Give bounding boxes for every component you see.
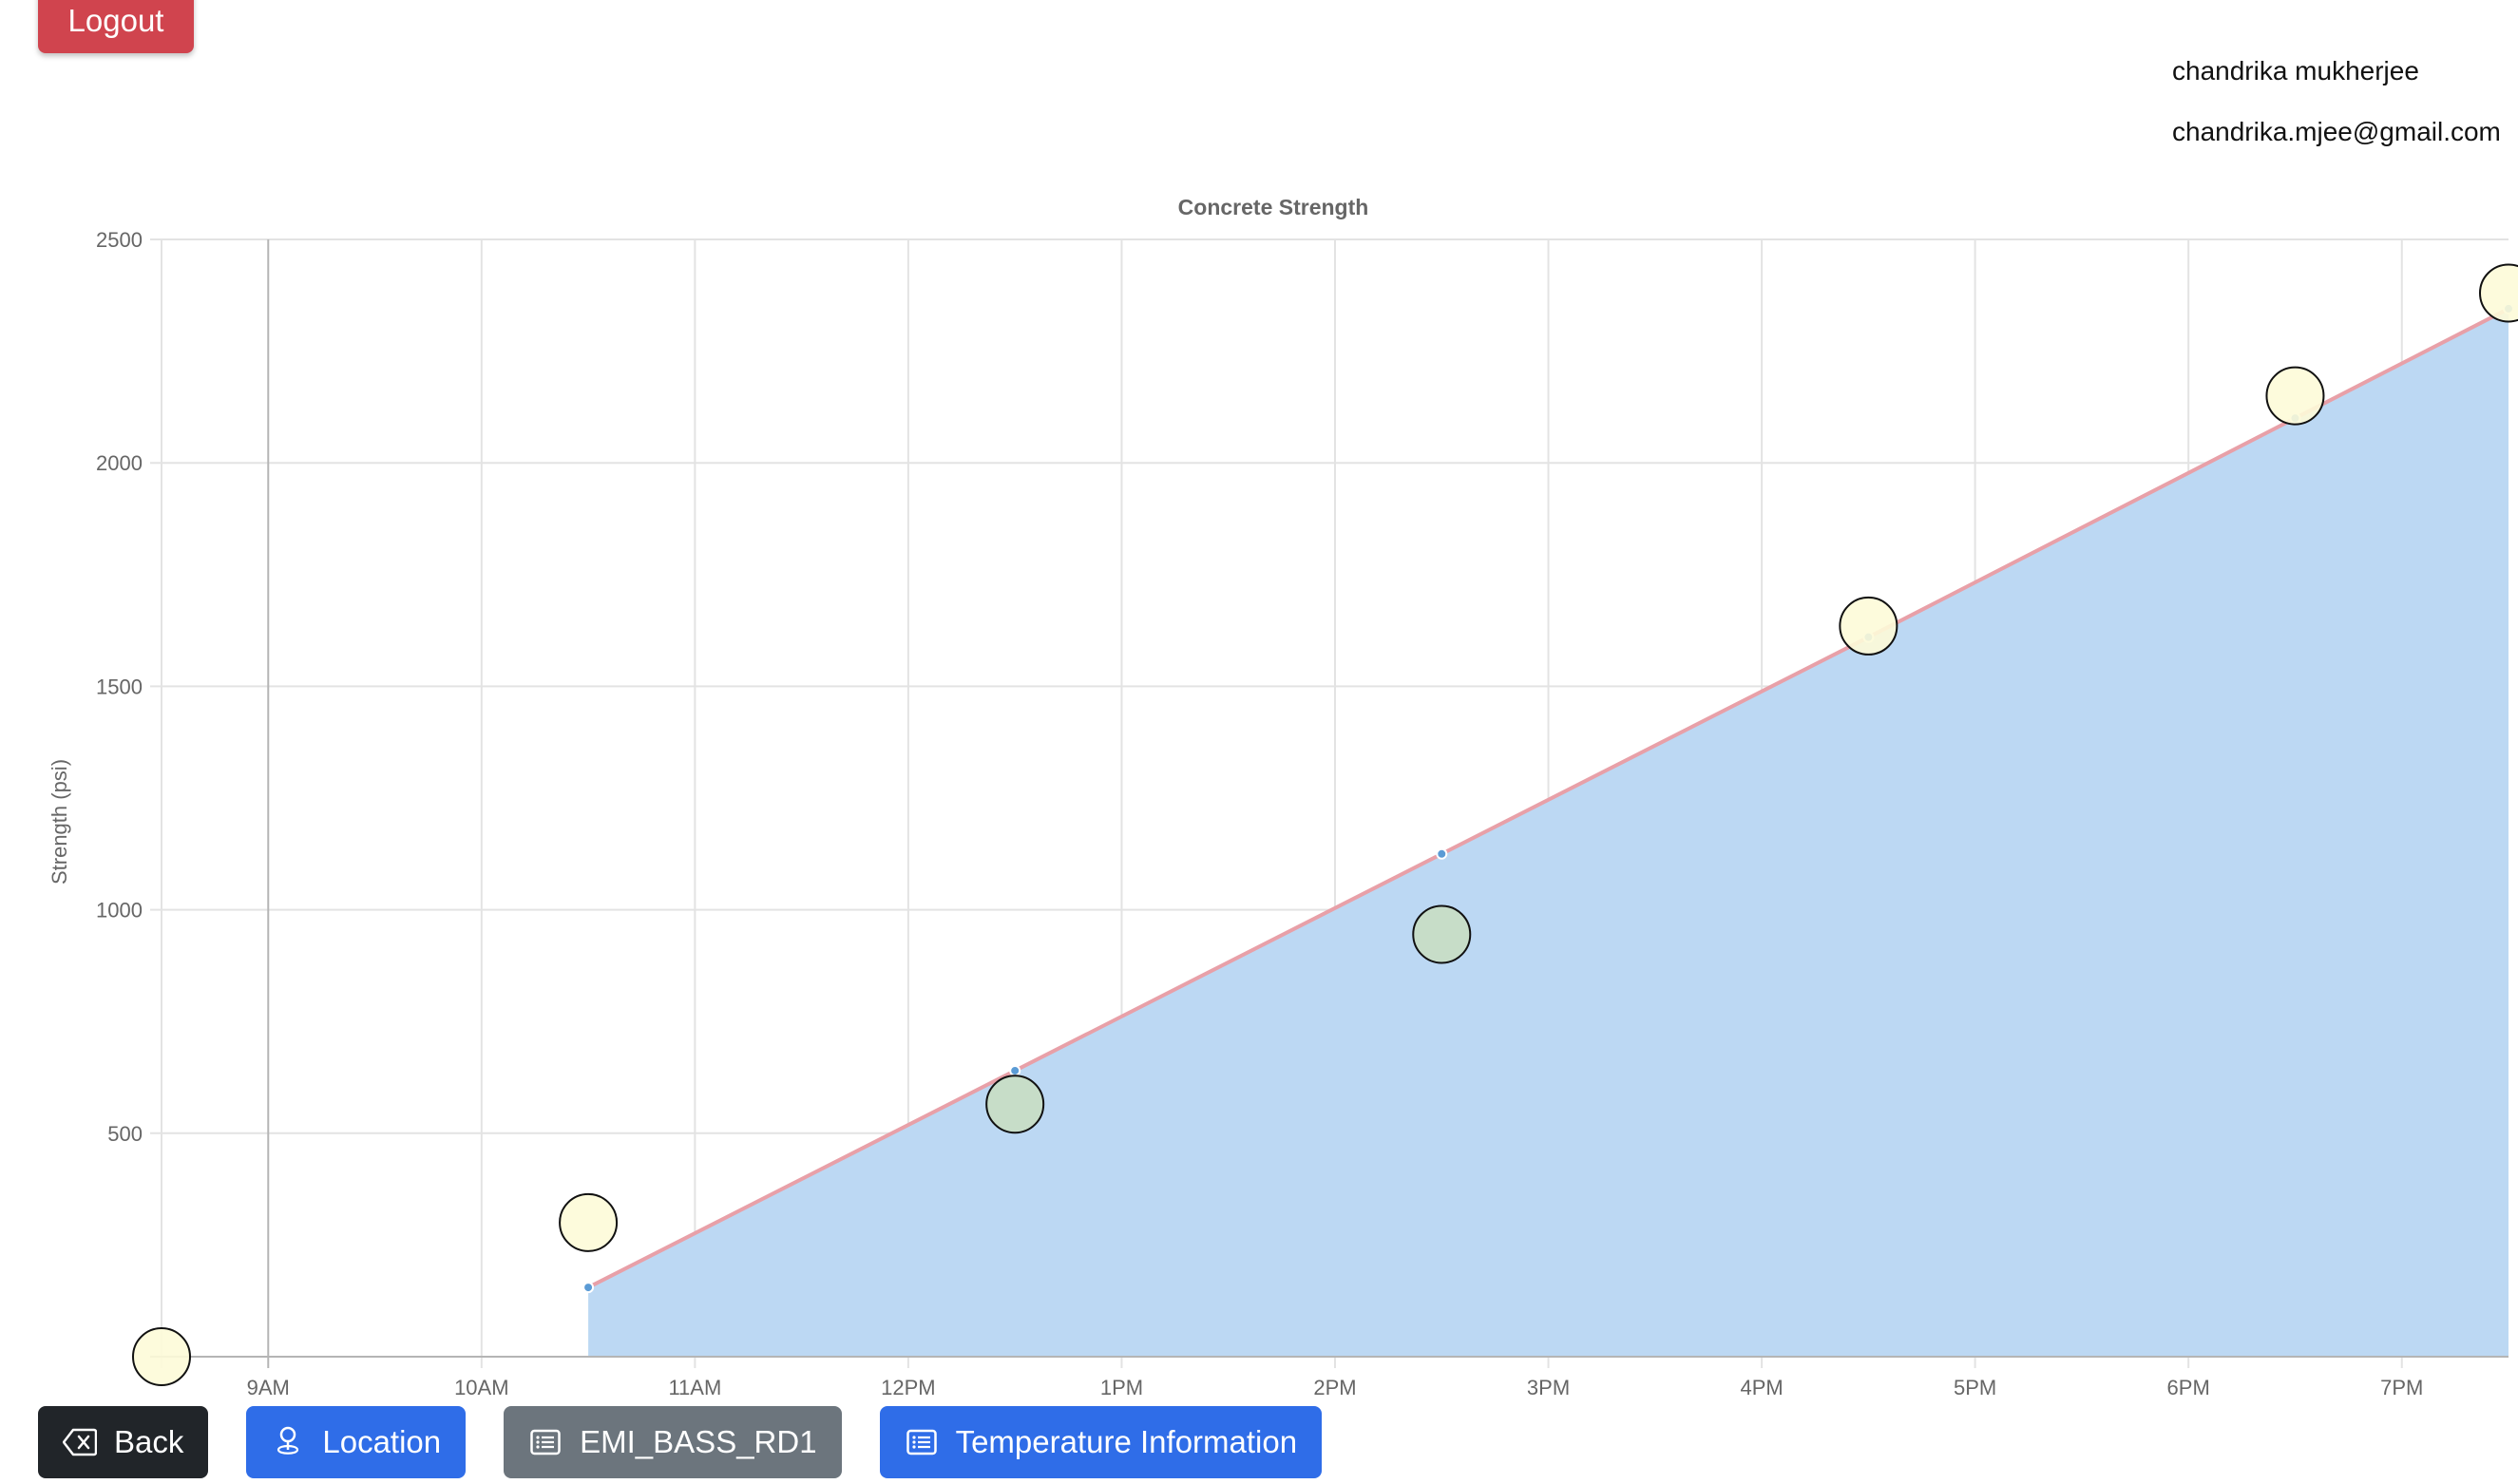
location-label: Location (322, 1424, 442, 1459)
bubble-point (2479, 263, 2518, 323)
location-button[interactable]: Location (246, 1406, 467, 1478)
chart-title: Concrete Strength (1178, 195, 1369, 219)
bubble-point (985, 1075, 1045, 1134)
x-tick-label: 3PM (1527, 1376, 1570, 1397)
temperature-information-label: Temperature Information (955, 1424, 1298, 1459)
back-button[interactable]: Back (38, 1406, 209, 1478)
back-label: Back (114, 1424, 184, 1459)
chart-svg: Concrete Strength Strength (psi) 500 1000 15… (48, 195, 2518, 1397)
sensor-button[interactable]: EMI_BASS_RD1 (504, 1406, 842, 1478)
user-name: chandrika mukherjee (2172, 56, 2419, 86)
bubble-point (559, 1192, 619, 1252)
x-tick-label: 9AM (247, 1376, 290, 1397)
bubble-point (1839, 596, 1898, 656)
bubble-point (132, 1327, 191, 1386)
line-point (582, 1282, 595, 1294)
x-tick-label: 7PM (2380, 1376, 2423, 1397)
user-email: chandrika.mjee@gmail.com (2172, 117, 2501, 146)
y-tick-label: 1000 (96, 899, 143, 923)
y-tick-label: 1500 (96, 675, 143, 698)
bubble-point (1412, 904, 1472, 964)
y-tick-label: 2000 (96, 451, 143, 475)
x-tick-label: 10AM (454, 1376, 508, 1397)
logout-button[interactable]: Logout (38, 0, 194, 53)
concrete-strength-chart: Concrete Strength Strength (psi) 500 1000 15… (0, 171, 2518, 1397)
x-tick-label: 6PM (2167, 1376, 2210, 1397)
sensor-label: EMI_BASS_RD1 (580, 1424, 817, 1459)
x-tick-label: 2PM (1313, 1376, 1356, 1397)
x-tick-label: 1PM (1100, 1376, 1143, 1397)
y-tick-label: 2500 (96, 228, 143, 252)
bubble-point (2265, 366, 2325, 426)
x-tick-label: 12PM (881, 1376, 935, 1397)
bottom-toolbar: Back Location EMI_BASS_RD1 Temperature I… (38, 1406, 1323, 1478)
y-axis-title: Strength (psi) (48, 759, 71, 885)
backspace-icon (63, 1425, 97, 1459)
page: Logout chandrika mukherjee chandrika.mje… (0, 0, 2518, 1484)
x-tick-label: 11AM (668, 1376, 721, 1397)
list-card-icon (528, 1425, 563, 1459)
user-info: chandrika mukherjee chandrika.mjee@gmail… (2172, 55, 2501, 177)
list-card-icon (905, 1425, 939, 1459)
line-point (1009, 1064, 1021, 1076)
y-tick-label: 500 (107, 1122, 143, 1146)
x-tick-label: 4PM (1740, 1376, 1783, 1397)
x-tick-label: 5PM (1954, 1376, 1996, 1397)
line-point (1436, 847, 1448, 860)
temperature-information-button[interactable]: Temperature Information (879, 1406, 1323, 1478)
person-pin-icon (271, 1425, 305, 1459)
